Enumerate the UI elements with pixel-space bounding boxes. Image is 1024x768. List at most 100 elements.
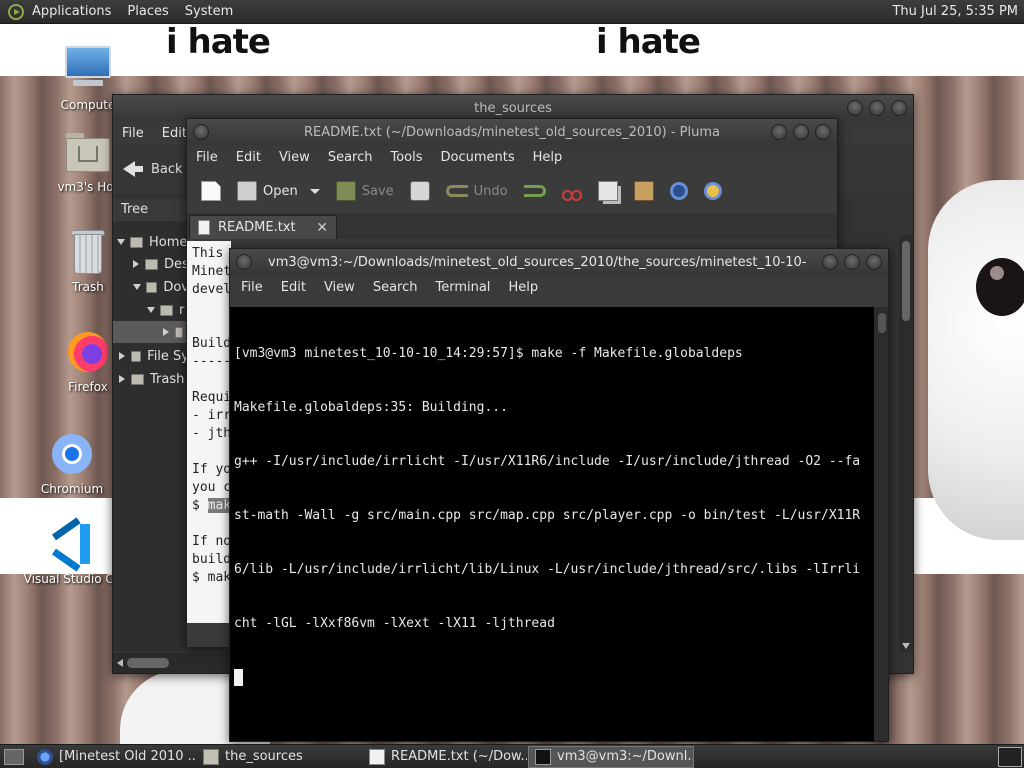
menu-edit[interactable]: Edit (227, 150, 270, 165)
taskbar-item-label: [Minetest Old 2010 ... (59, 749, 196, 764)
menu-system[interactable]: System (177, 0, 241, 24)
editor-text-area[interactable]: This Minet devel Build ----- Requi - irr - jth I… (187, 241, 231, 623)
tree-item-home[interactable]: Home (113, 231, 189, 253)
menu-file[interactable]: File (232, 280, 272, 295)
scrollbar-thumb[interactable] (127, 658, 169, 668)
menu-tools[interactable]: Tools (381, 150, 431, 165)
terminal-window: vm3@vm3:~/Downloads/minetest_old_sources… (229, 248, 889, 742)
close-tab-icon[interactable]: ✕ (316, 220, 328, 236)
panel-clock[interactable]: Thu Jul 25, 5:35 PM (892, 4, 1024, 19)
scroll-down-icon[interactable] (902, 643, 910, 649)
expander-closed-icon[interactable] (119, 352, 125, 360)
tree-item-downloads[interactable]: Dov (113, 276, 189, 298)
window-title: vm3@vm3:~/Downloads/minetest_old_sources… (268, 254, 808, 270)
menu-applications[interactable]: Applications (24, 0, 119, 24)
tree-item-label: r (179, 302, 185, 318)
maximize-button[interactable] (844, 254, 860, 270)
maximize-button[interactable] (869, 100, 885, 116)
text-editor-titlebar[interactable]: README.txt (~/Downloads/minetest_old_sou… (187, 119, 837, 145)
close-button[interactable] (891, 100, 907, 116)
text-editor-toolbar: Open Save Undo (187, 169, 837, 213)
menu-documents[interactable]: Documents (432, 150, 524, 165)
redo-icon (523, 185, 546, 197)
tree-item-trash[interactable]: Trash (113, 368, 189, 390)
tree-item-file-system[interactable]: File Sy (113, 345, 189, 367)
tab-readme[interactable]: README.txt ✕ (189, 215, 337, 239)
replace-button[interactable] (698, 174, 728, 208)
print-button[interactable] (404, 174, 436, 208)
tree-item-label: File Sy (147, 348, 189, 364)
expander-closed-icon[interactable] (133, 260, 139, 268)
menu-file[interactable]: File (113, 126, 153, 141)
wallpaper-caption-left: i hate (166, 22, 271, 62)
open-button[interactable]: Open (231, 174, 326, 208)
back-arrow-icon[interactable] (123, 159, 143, 179)
redo-button[interactable] (518, 174, 552, 208)
taskbar-item-terminal[interactable]: vm3@vm3:~/Downl... (528, 745, 694, 768)
menu-file[interactable]: File (187, 150, 227, 165)
chevron-down-icon[interactable] (309, 188, 320, 194)
back-button[interactable]: Back (151, 162, 183, 177)
taskbar-item-browser[interactable]: [Minetest Old 2010 ... (30, 746, 196, 768)
expander-closed-icon[interactable] (163, 328, 169, 336)
close-button[interactable] (815, 124, 831, 140)
sidebar-header[interactable]: Tree (113, 199, 189, 221)
terminal-screen[interactable]: [vm3@vm3 minetest_10-10-10_14:29:57]$ ma… (230, 307, 874, 741)
terminal-titlebar[interactable]: vm3@vm3:~/Downloads/minetest_old_sources… (230, 249, 888, 275)
menu-places[interactable]: Places (119, 0, 176, 24)
cut-button[interactable] (556, 174, 588, 208)
save-button[interactable]: Save (330, 174, 400, 208)
wallpaper-caption-band (0, 24, 1024, 76)
terminal-cursor (234, 669, 243, 686)
scroll-left-icon[interactable] (117, 659, 123, 667)
minimize-button[interactable] (771, 124, 787, 140)
scrollbar-thumb[interactable] (902, 241, 910, 321)
menu-search[interactable]: Search (364, 280, 427, 295)
menu-edit[interactable]: Edit (272, 280, 315, 295)
menu-terminal[interactable]: Terminal (426, 280, 499, 295)
minimize-button[interactable] (822, 254, 838, 270)
close-button[interactable] (866, 254, 882, 270)
minimize-button[interactable] (847, 100, 863, 116)
menu-help[interactable]: Help (499, 280, 547, 295)
new-document-button[interactable] (195, 174, 227, 208)
menu-help[interactable]: Help (524, 150, 572, 165)
desktop-icon-vscode[interactable]: Visual Studio Cc (22, 517, 122, 586)
paste-button[interactable] (628, 174, 660, 208)
copy-button[interactable] (592, 174, 624, 208)
scrollbar-thumb[interactable] (878, 313, 886, 333)
taskbar-item-text-editor[interactable]: README.txt (~/Dow... (362, 746, 528, 768)
editor-line: This (192, 246, 224, 261)
undo-button[interactable]: Undo (440, 174, 514, 208)
window-menu-button[interactable] (193, 124, 209, 140)
expander-closed-icon[interactable] (119, 375, 125, 383)
home-folder-icon (130, 236, 143, 248)
text-editor-icon (369, 748, 385, 765)
menu-search[interactable]: Search (319, 150, 382, 165)
taskbar-item-file-manager[interactable]: the_sources (196, 746, 362, 768)
maximize-button[interactable] (793, 124, 809, 140)
terminal-line: cht -lGL -lXxf86vm -lXext -lX11 -ljthrea… (234, 616, 555, 631)
undo-label: Undo (473, 183, 508, 199)
tree-item-minetest[interactable]: r (113, 299, 189, 321)
menu-view[interactable]: View (315, 280, 364, 295)
show-desktop-icon[interactable] (4, 748, 24, 765)
find-button[interactable] (664, 174, 694, 208)
expander-open-icon[interactable] (133, 284, 141, 290)
expander-open-icon[interactable] (117, 239, 125, 245)
expander-open-icon[interactable] (147, 307, 155, 313)
horizontal-scrollbar[interactable] (113, 653, 233, 673)
menu-view[interactable]: View (270, 150, 319, 165)
workspace-switcher[interactable] (998, 746, 1022, 767)
tree-item-desktop[interactable]: Des (113, 253, 189, 275)
vertical-scrollbar[interactable] (899, 235, 913, 653)
window-menu-button[interactable] (236, 254, 252, 270)
trash-icon (64, 228, 112, 276)
tree-item-the-sources[interactable] (113, 321, 189, 343)
desktop-icon-chromium[interactable]: Chromium (22, 430, 122, 496)
applications-menu-icon[interactable] (8, 3, 24, 20)
terminal-scrollbar[interactable] (874, 307, 888, 741)
trash-icon (131, 373, 144, 385)
